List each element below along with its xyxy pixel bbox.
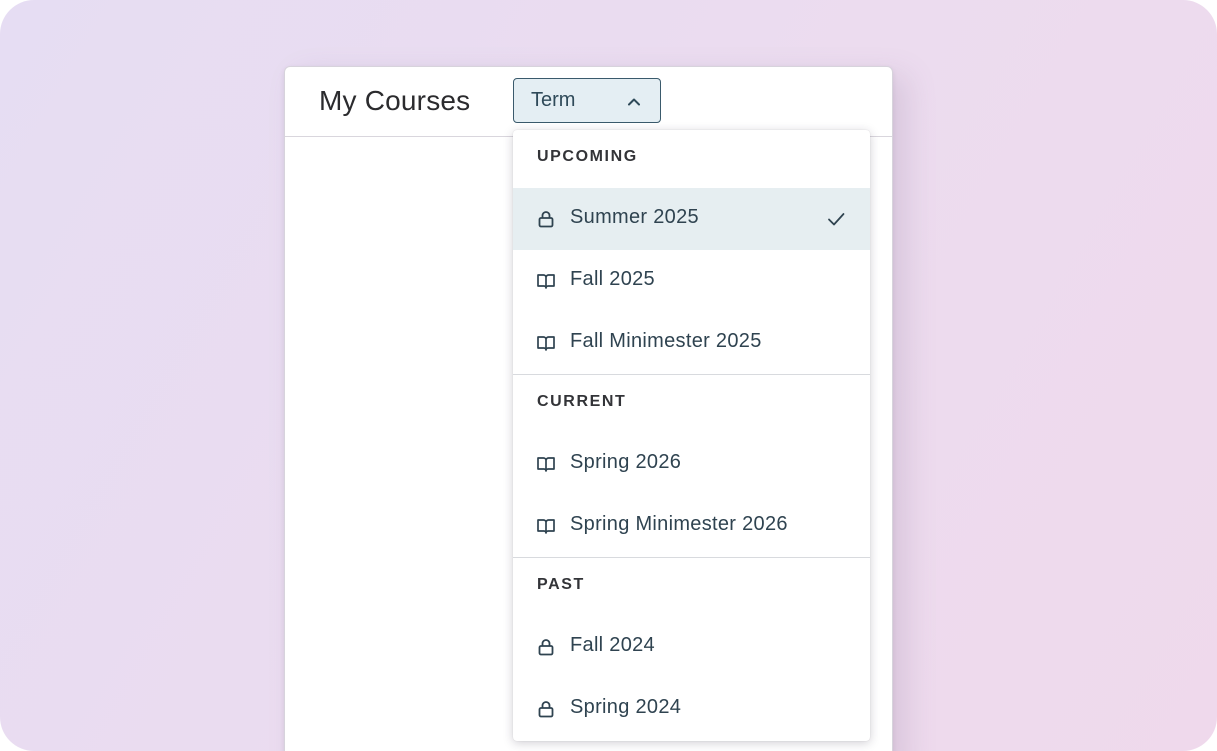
menu-item-spring-minimester-2026[interactable]: Spring Minimester 2026 [513, 495, 870, 557]
menu-item-label: Fall Minimester 2025 [570, 330, 762, 352]
menu-item-fall-2024[interactable]: Fall 2024 [513, 616, 870, 678]
menu-item-label: Summer 2025 [570, 206, 699, 228]
book-icon [537, 274, 555, 289]
menu-item-spring-2026[interactable]: Spring 2026 [513, 433, 870, 495]
lock-icon [538, 639, 554, 656]
menu-item-label: Spring 2024 [570, 696, 682, 718]
lock-icon [538, 211, 554, 228]
page-title: My Courses [319, 85, 471, 116]
lock-icon [538, 701, 554, 718]
menu-group-upcoming: UPCOMING Summer 2025 Fall 2025 Fall Mini… [513, 130, 870, 374]
menu-item-label: Fall 2024 [570, 634, 655, 656]
menu-group-past: PAST Fall 2024 Spring 2024 [513, 557, 870, 740]
book-icon [537, 519, 555, 534]
term-dropdown-button[interactable]: Term [513, 78, 661, 123]
menu-item-summer-2025[interactable]: Summer 2025 [513, 188, 870, 250]
book-icon [537, 457, 555, 472]
background-canvas: My Courses Term UPCOMING Summer 2025 Fal… [0, 0, 1217, 751]
menu-item-spring-2024[interactable]: Spring 2024 [513, 678, 870, 740]
menu-item-fall-2025[interactable]: Fall 2025 [513, 250, 870, 312]
group-header-upcoming: UPCOMING [537, 148, 638, 165]
group-header-past: PAST [537, 576, 585, 593]
term-button-label: Term [531, 89, 576, 111]
window-header: My Courses Term [285, 67, 892, 137]
term-dropdown-menu: UPCOMING Summer 2025 Fall 2025 Fall Mini… [513, 130, 870, 741]
menu-item-label: Spring Minimester 2026 [570, 513, 788, 535]
menu-item-fall-minimester-2025[interactable]: Fall Minimester 2025 [513, 312, 870, 374]
group-header-current: CURRENT [537, 393, 627, 410]
menu-item-label: Fall 2025 [570, 268, 655, 290]
menu-group-current: CURRENT Spring 2026 Spring Minimester 20… [513, 374, 870, 557]
book-icon [537, 336, 555, 351]
checkmark-icon [828, 213, 845, 226]
chevron-up-icon [628, 98, 640, 106]
menu-item-label: Spring 2026 [570, 451, 682, 473]
